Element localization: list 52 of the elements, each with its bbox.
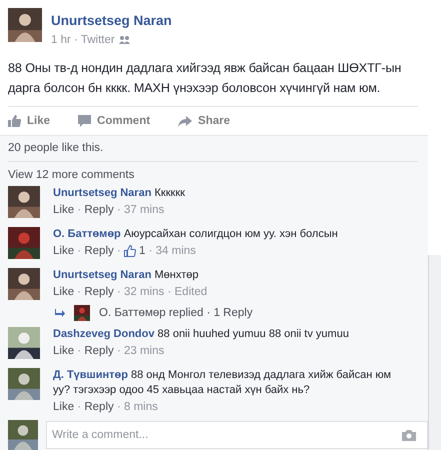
separator-dot: · <box>148 245 154 257</box>
thumbs-up-icon <box>8 115 21 127</box>
author-name[interactable]: Unurtsetseg Naran <box>51 13 172 28</box>
comment-time: 34 mins <box>156 245 196 257</box>
comment-action-link[interactable]: Reply <box>84 286 114 298</box>
comment-text: Д. Түвшинтөр 88 онд Монгол телевизэд дадлага хийж байсан юм уу? тэгэхээр одоо 45 хавьцаа настай хүн байх нь? <box>53 368 392 398</box>
comment-button[interactable]: Comment <box>78 115 150 127</box>
speech-bubble-icon <box>78 115 92 127</box>
comment-time: 32 mins <box>124 286 164 298</box>
separator-dot: · <box>76 204 82 216</box>
comment-time: 23 mins <box>124 345 164 357</box>
post-text: 88 Оны тв-д нондин дадлага хийгээд явж байсан бацаан ШӨХТГ-ын дарга болсон бн кккк. МАХН үнэхээр боловсон хүчингүй нам юм. <box>8 60 402 97</box>
separator-dot: · <box>76 286 82 298</box>
reply-arrow-icon <box>55 309 65 317</box>
comment-action-link[interactable]: Like <box>53 245 74 257</box>
separator-dot: · <box>76 401 82 413</box>
comment-action-link[interactable]: Reply <box>84 245 114 257</box>
friends-icon <box>118 36 130 44</box>
post-meta: · Twitter <box>73 34 115 46</box>
comment-time: 8 mins <box>124 401 158 413</box>
comment-field[interactable]: Write a comment... <box>46 421 428 449</box>
post-meta: 1 hr <box>51 34 71 46</box>
comment-time: Edited <box>174 286 208 298</box>
camera-icon[interactable] <box>402 430 416 441</box>
comment-time: 37 mins <box>124 204 164 216</box>
thumbs-up-icon <box>124 245 136 257</box>
replies-link[interactable]: О. Баттөмөр replied · 1 Reply <box>99 307 253 319</box>
share-arrow-icon <box>178 116 192 126</box>
separator-dot: · <box>116 345 122 357</box>
comment-action-link[interactable]: Reply <box>84 204 114 216</box>
comment-action-link[interactable]: Like <box>53 204 74 216</box>
like-button[interactable]: Like <box>8 115 50 127</box>
share-button[interactable]: Share <box>178 115 230 127</box>
comment-action-link[interactable]: Reply <box>84 401 114 413</box>
separator-dot: · <box>76 345 82 357</box>
separator-dot: · <box>116 204 122 216</box>
separator-dot: · <box>76 245 82 257</box>
comment-action-link[interactable]: Like <box>53 286 74 298</box>
likes-summary: 20 people like this. <box>8 142 418 162</box>
comment-text: Dashzeveg Dondov 88 onii huuhed yumuu 88 onii tv yumuu <box>53 327 349 342</box>
separator-dot: · <box>166 286 172 298</box>
view-more-link[interactable]: View 12 more comments <box>8 162 134 186</box>
comment-action-link[interactable]: Reply <box>84 345 114 357</box>
separator-dot: · <box>116 286 122 298</box>
comment-text: Unurtsetseg Naran Кккккк <box>53 186 185 201</box>
like-count[interactable]: 1 <box>124 245 146 257</box>
comment-action-link[interactable]: Like <box>53 345 74 357</box>
separator-dot: · <box>116 401 122 413</box>
comment-action-link[interactable]: Like <box>53 401 74 413</box>
separator-dot: · <box>116 245 122 257</box>
comment-text: Unurtsetseg Naran Мөнхтөр <box>53 268 200 283</box>
comment-text: О. Баттөмөр Аюурсайхан солигдцон юм уу. хэн болсын <box>53 227 338 242</box>
